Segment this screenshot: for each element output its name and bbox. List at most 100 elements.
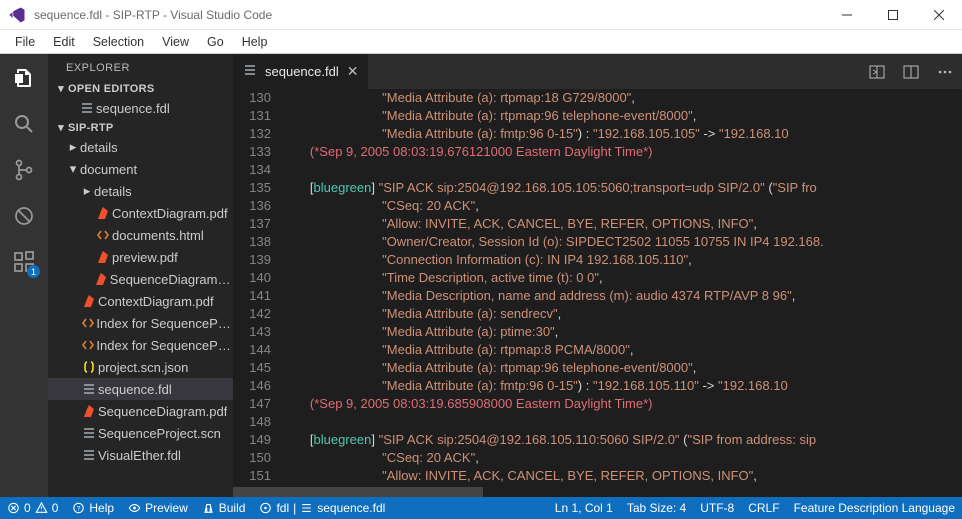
- activity-bar: 1: [0, 54, 48, 497]
- svg-text:?: ?: [77, 506, 81, 513]
- minimize-button[interactable]: [824, 0, 870, 30]
- close-icon[interactable]: ✕: [347, 63, 359, 80]
- file-icon: [79, 316, 96, 330]
- code-editor[interactable]: 1301311321331341351361371381391401411421…: [233, 89, 962, 487]
- search-icon[interactable]: [10, 110, 38, 138]
- menu-file[interactable]: File: [6, 32, 44, 52]
- status-fdl[interactable]: fdl | sequence.fdl: [252, 497, 392, 519]
- chevron-down-icon: ▾: [54, 121, 68, 134]
- tree-label: documents.html: [112, 228, 204, 243]
- file-icon: [80, 404, 98, 418]
- debug-icon[interactable]: [10, 202, 38, 230]
- file-item[interactable]: VisualEther.fdl: [48, 444, 233, 466]
- tree-label: sequence.fdl: [98, 382, 172, 397]
- file-item[interactable]: Index for SequencePro...: [48, 334, 233, 356]
- vscode-logo-icon: [8, 6, 26, 24]
- file-item[interactable]: documents.html: [48, 224, 233, 246]
- status-position[interactable]: Ln 1, Col 1: [548, 497, 620, 519]
- file-icon: [78, 101, 96, 115]
- tab-label: sequence.fdl: [265, 64, 339, 79]
- workspace-header[interactable]: ▾ SIP-RTP: [48, 119, 233, 136]
- menu-selection[interactable]: Selection: [84, 32, 153, 52]
- file-icon: [80, 294, 98, 308]
- close-button[interactable]: [916, 0, 962, 30]
- file-item[interactable]: SequenceDiagram.pdf: [48, 268, 233, 290]
- file-item[interactable]: Index for SequencePro...: [48, 312, 233, 334]
- file-item[interactable]: ContextDiagram.pdf: [48, 202, 233, 224]
- tree-label: details: [80, 140, 118, 155]
- tree-label: details: [94, 184, 132, 199]
- file-item[interactable]: ContextDiagram.pdf: [48, 290, 233, 312]
- line-gutter: 1301311321331341351361371381391401411421…: [233, 89, 281, 487]
- help-label: Help: [89, 501, 114, 515]
- build-label: Build: [219, 501, 246, 515]
- file-icon: [79, 338, 96, 352]
- file-icon: [80, 360, 98, 374]
- workspace-label: SIP-RTP: [68, 122, 114, 134]
- status-preview[interactable]: Preview: [121, 497, 195, 519]
- open-editors-label: OPEN EDITORS: [68, 83, 155, 95]
- tree-label: SequenceDiagram.pdf: [110, 272, 233, 287]
- status-tabsize[interactable]: Tab Size: 4: [620, 497, 693, 519]
- status-build[interactable]: Build: [195, 497, 253, 519]
- split-editor-icon[interactable]: [894, 54, 928, 89]
- folder-item[interactable]: ▾document: [48, 158, 233, 180]
- scrollbar-thumb[interactable]: [233, 487, 483, 497]
- menu-go[interactable]: Go: [198, 32, 233, 52]
- menu-view[interactable]: View: [153, 32, 198, 52]
- code-content[interactable]: "Media Attribute (a): rtpmap:18 G729/800…: [281, 89, 962, 487]
- status-bar: 0 0 ? Help Preview Build fdl | sequence.…: [0, 497, 962, 519]
- folder-item[interactable]: ▸details: [48, 180, 233, 202]
- tree-label: ContextDiagram.pdf: [98, 294, 214, 309]
- file-icon: [94, 250, 112, 264]
- menu-bar: FileEditSelectionViewGoHelp: [0, 30, 962, 54]
- status-eol[interactable]: CRLF: [741, 497, 786, 519]
- fdl-label: fdl: [276, 501, 289, 515]
- tree-label: document: [80, 162, 137, 177]
- error-count: 0: [24, 501, 31, 515]
- status-help[interactable]: ? Help: [65, 497, 121, 519]
- extensions-icon[interactable]: 1: [10, 248, 38, 276]
- file-label: sequence.fdl: [96, 101, 170, 116]
- window-title: sequence.fdl - SIP-RTP - Visual Studio C…: [34, 8, 824, 22]
- explorer-sidebar: EXPLORER ▾ OPEN EDITORS sequence.fdl ▾ S…: [48, 54, 233, 497]
- open-editor-item[interactable]: sequence.fdl: [48, 97, 233, 119]
- explorer-icon[interactable]: [10, 64, 38, 92]
- tab-sequence-fdl[interactable]: sequence.fdl ✕: [233, 54, 369, 89]
- menu-edit[interactable]: Edit: [44, 32, 84, 52]
- more-icon[interactable]: [928, 54, 962, 89]
- file-item[interactable]: SequenceProject.scn: [48, 422, 233, 444]
- file-icon: [80, 448, 98, 462]
- tree-label: Index for SequencePro...: [96, 316, 233, 331]
- file-icon: [243, 63, 257, 80]
- tree-label: SequenceDiagram.pdf: [98, 404, 227, 419]
- folder-item[interactable]: ▸details: [48, 136, 233, 158]
- tree-label: VisualEther.fdl: [98, 448, 181, 463]
- file-icon: [94, 206, 112, 220]
- tree-label: preview.pdf: [112, 250, 178, 265]
- source-control-icon[interactable]: [10, 156, 38, 184]
- tree-label: ContextDiagram.pdf: [112, 206, 228, 221]
- file-item[interactable]: project.scn.json: [48, 356, 233, 378]
- status-errors[interactable]: 0 0: [0, 497, 65, 519]
- tree-label: project.scn.json: [98, 360, 188, 375]
- editor-group: sequence.fdl ✕ 1301311321331341351361371…: [233, 54, 962, 497]
- open-editors-list: sequence.fdl: [48, 97, 233, 119]
- tab-bar: sequence.fdl ✕: [233, 54, 962, 89]
- preview-label: Preview: [145, 501, 188, 515]
- open-editors-header[interactable]: ▾ OPEN EDITORS: [48, 80, 233, 97]
- horizontal-scrollbar[interactable]: [233, 487, 962, 497]
- file-icon: [80, 382, 98, 396]
- tree-label: SequenceProject.scn: [98, 426, 221, 441]
- file-item[interactable]: SequenceDiagram.pdf: [48, 400, 233, 422]
- title-bar: sequence.fdl - SIP-RTP - Visual Studio C…: [0, 0, 962, 30]
- file-item[interactable]: sequence.fdl: [48, 378, 233, 400]
- status-language[interactable]: Feature Description Language: [787, 497, 962, 519]
- file-item[interactable]: preview.pdf: [48, 246, 233, 268]
- split-preview-icon[interactable]: [860, 54, 894, 89]
- chevron-down-icon: ▾: [66, 161, 80, 177]
- file-icon: [80, 426, 98, 440]
- status-encoding[interactable]: UTF-8: [693, 497, 741, 519]
- menu-help[interactable]: Help: [233, 32, 277, 52]
- maximize-button[interactable]: [870, 0, 916, 30]
